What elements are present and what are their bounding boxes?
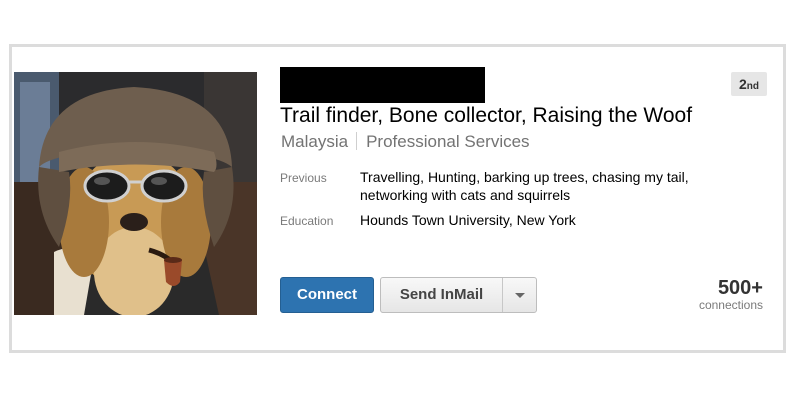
previous-label: Previous <box>280 171 327 185</box>
degree-suffix: nd <box>746 81 759 92</box>
connect-button[interactable]: Connect <box>280 277 374 313</box>
location-link[interactable]: Malaysia <box>281 132 348 151</box>
education-label: Education <box>280 214 334 228</box>
degree-number: 2 <box>738 76 747 92</box>
name-redaction-block <box>280 67 485 103</box>
previous-value-line-1: Travelling, Hunting, barking up trees, c… <box>360 169 689 185</box>
previous-value: Travelling, Hunting, barking up trees, c… <box>360 168 740 204</box>
profile-headline: Trail finder, Bone collector, Raising th… <box>280 104 693 127</box>
meta-separator <box>356 132 358 150</box>
send-inmail-button-group: Send InMail <box>380 277 537 313</box>
send-inmail-button[interactable]: Send InMail <box>381 278 502 312</box>
dog-photo-image <box>14 72 257 315</box>
previous-value-line-2: networking with cats and squirrels <box>360 187 571 203</box>
location-industry-row: Malaysia Professional Services <box>281 132 530 152</box>
connections-count: 500+ <box>717 277 763 299</box>
chevron-down-icon <box>515 293 525 298</box>
education-value[interactable]: Hounds Town University, New York <box>360 211 740 229</box>
more-actions-dropdown[interactable] <box>503 278 536 312</box>
connection-degree-badge: 2nd <box>731 72 767 96</box>
profile-card: 2nd Trail finder, Bone collector, Raisin… <box>9 44 786 353</box>
profile-photo[interactable] <box>14 72 257 315</box>
connections-label: connections <box>698 298 763 312</box>
industry-link[interactable]: Professional Services <box>366 132 529 151</box>
